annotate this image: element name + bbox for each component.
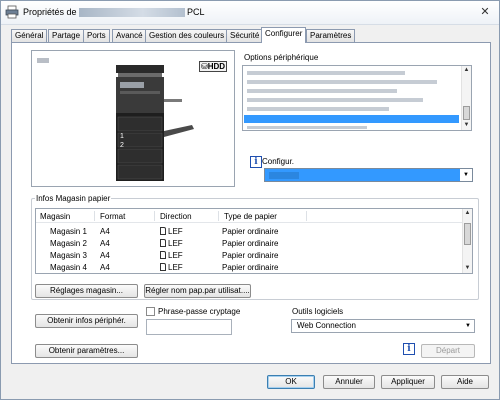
get-device-info-button[interactable]: Obtenir infos périphér. <box>35 314 138 328</box>
database-icon: ⛁ <box>201 62 208 71</box>
printer-icon <box>5 5 19 19</box>
window-title-suffix: PCL <box>187 7 205 17</box>
set-paper-name-button[interactable]: Régler nom pap.par utilisat.... <box>144 284 251 298</box>
start-button[interactable]: Départ <box>421 344 475 358</box>
tray-paper-type: Papier ordinaire <box>222 227 279 236</box>
scroll-thumb[interactable] <box>463 106 470 120</box>
redacted-printer-name <box>79 8 185 17</box>
document-icon <box>160 227 166 235</box>
get-settings-button[interactable]: Obtenir paramètres... <box>35 344 138 358</box>
column-header-direction[interactable]: Direction <box>160 212 192 221</box>
tray-name: Magasin 4 <box>50 263 87 272</box>
divider <box>218 211 219 221</box>
column-header-format[interactable]: Format <box>100 212 125 221</box>
direction-value: LEF <box>168 239 183 248</box>
passphrase-input[interactable] <box>146 319 232 335</box>
tray-format: A4 <box>100 239 110 248</box>
chevron-down-icon[interactable]: ▼ <box>460 169 472 181</box>
list-item[interactable] <box>247 89 397 93</box>
info-icon: i <box>250 156 262 168</box>
software-tools-value: Web Connection <box>297 321 356 330</box>
software-tools-label: Outils logiciels <box>292 307 344 316</box>
ok-button[interactable]: OK <box>267 375 315 389</box>
tray-paper-type: Papier ordinaire <box>222 251 279 260</box>
redacted-config-value <box>269 172 299 179</box>
column-header-tray[interactable]: Magasin <box>40 212 70 221</box>
help-button[interactable]: Aide <box>441 375 489 389</box>
passphrase-checkbox[interactable] <box>146 307 155 316</box>
tab-general[interactable]: Général <box>11 29 48 42</box>
tray-format: A4 <box>100 263 110 272</box>
tab-ports[interactable]: Ports <box>83 29 110 42</box>
info-icon[interactable]: i <box>403 343 415 355</box>
tab-security[interactable]: Sécurité <box>226 29 264 42</box>
paper-tray-table[interactable]: Magasin Format Direction Type de papier … <box>35 208 473 274</box>
tray-name: Magasin 2 <box>50 239 87 248</box>
tab-sharing[interactable]: Partage <box>48 29 85 42</box>
list-item[interactable] <box>247 107 389 111</box>
redacted-model-tag <box>37 58 49 63</box>
tray-settings-button[interactable]: Réglages magasin... <box>35 284 138 298</box>
document-icon <box>160 251 166 259</box>
list-item-selected[interactable] <box>244 115 459 123</box>
device-options-list[interactable]: ▲ ▼ <box>242 65 472 131</box>
document-icon <box>160 239 166 247</box>
config-select[interactable]: ▼ <box>264 168 473 182</box>
table-row[interactable]: Magasin 1 A4 LEF Papier ordinaire <box>36 226 462 238</box>
scroll-down-icon[interactable]: ▼ <box>463 264 472 273</box>
tab-advanced[interactable]: Avancé <box>112 29 147 42</box>
direction-value: LEF <box>168 263 183 272</box>
passphrase-label: Phrase-passe cryptage <box>158 307 241 316</box>
title-bar: Propriétés de PCL ✕ <box>1 1 499 25</box>
tray-number-1: 1 <box>120 133 124 140</box>
scroll-up-icon[interactable]: ▲ <box>462 66 471 75</box>
list-item[interactable] <box>247 71 405 75</box>
tray-paper-type: Papier ordinaire <box>222 239 279 248</box>
tray-direction: LEF <box>160 263 183 272</box>
tray-number-2: 2 <box>120 142 124 149</box>
options-scrollbar[interactable]: ▲ ▼ <box>461 66 471 130</box>
tray-direction: LEF <box>160 239 183 248</box>
divider <box>154 211 155 221</box>
tab-configure[interactable]: Configurer <box>261 27 307 43</box>
device-options-label: Options périphérique <box>244 53 319 62</box>
tray-direction: LEF <box>160 251 183 260</box>
scroll-up-icon[interactable]: ▲ <box>463 209 472 218</box>
tray-format: A4 <box>100 227 110 236</box>
column-header-paper-type[interactable]: Type de papier <box>224 212 277 221</box>
scroll-thumb[interactable] <box>464 223 471 245</box>
tray-direction: LEF <box>160 227 183 236</box>
software-tools-select[interactable]: Web Connection ▼ <box>291 319 475 333</box>
scroll-down-icon[interactable]: ▼ <box>462 121 471 130</box>
divider <box>94 211 95 221</box>
cancel-button[interactable]: Annuler <box>323 375 375 389</box>
document-icon <box>160 263 166 271</box>
hdd-label: HDD <box>207 62 226 71</box>
list-item[interactable] <box>247 98 423 102</box>
table-row[interactable]: Magasin 3 A4 LEF Papier ordinaire <box>36 250 462 262</box>
table-header: Magasin Format Direction Type de papier <box>36 209 462 223</box>
apply-button[interactable]: Appliquer <box>381 375 435 389</box>
chevron-down-icon[interactable]: ▼ <box>462 320 474 332</box>
hdd-badge: ⛁HDD <box>199 61 228 72</box>
window-title: Propriétés de <box>23 7 77 17</box>
table-row[interactable]: Magasin 4 A4 LEF Papier ordinaire <box>36 262 462 274</box>
table-row[interactable]: Magasin 2 A4 LEF Papier ordinaire <box>36 238 462 250</box>
tray-format: A4 <box>100 251 110 260</box>
direction-value: LEF <box>168 251 183 260</box>
list-item[interactable] <box>247 126 367 129</box>
paper-tray-group-label: Infos Magasin papier <box>35 194 112 203</box>
tray-name: Magasin 1 <box>50 227 87 236</box>
tab-settings[interactable]: Paramètres <box>306 29 356 42</box>
tray-scrollbar[interactable]: ▲ ▼ <box>462 209 472 273</box>
divider <box>306 211 307 221</box>
config-label: Configur. <box>262 157 295 166</box>
printer-properties-dialog: Propriétés de PCL ✕ Général Partage Port… <box>0 0 500 400</box>
direction-value: LEF <box>168 227 183 236</box>
tray-paper-type: Papier ordinaire <box>222 263 279 272</box>
list-item[interactable] <box>247 80 437 84</box>
tab-color-management[interactable]: Gestion des couleurs <box>145 29 229 42</box>
tray-name: Magasin 3 <box>50 251 87 260</box>
close-button[interactable]: ✕ <box>477 5 493 19</box>
